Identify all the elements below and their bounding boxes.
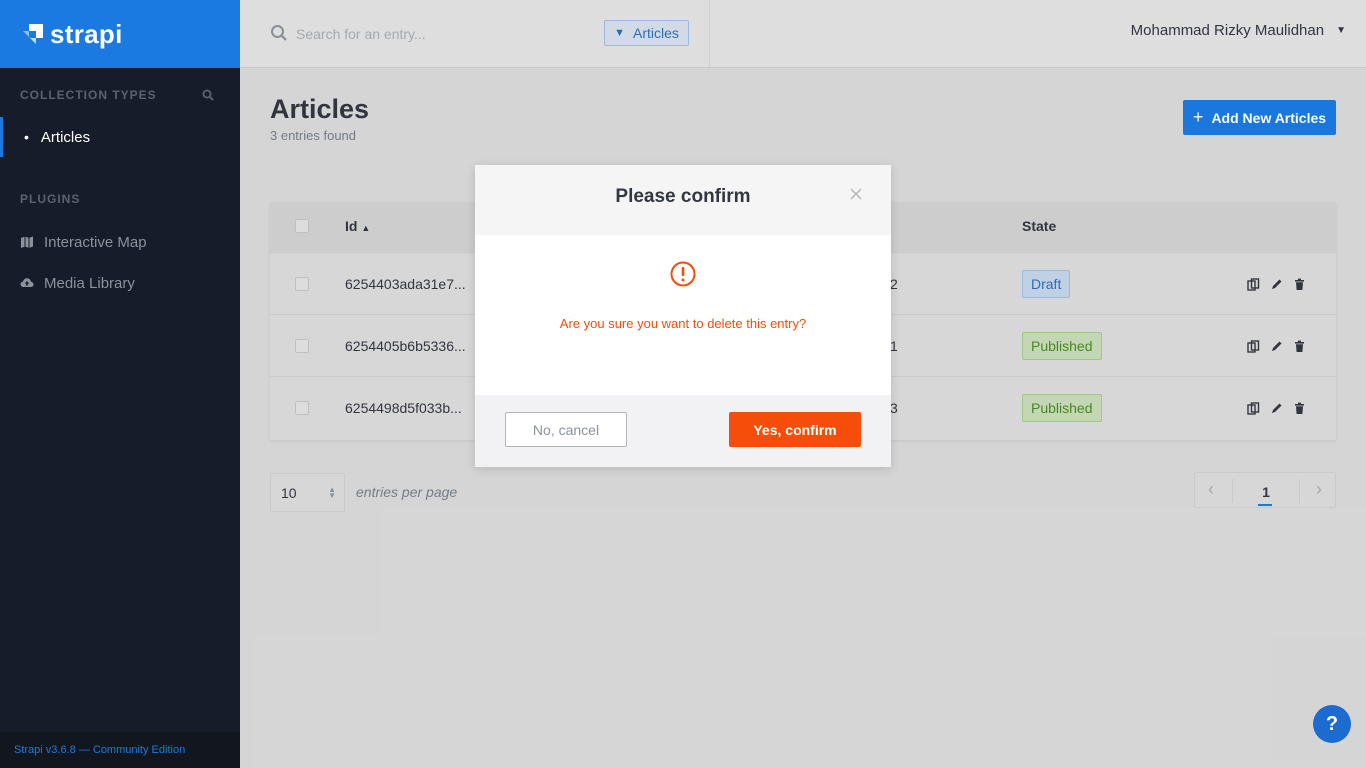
brand-logo[interactable]: strapi bbox=[0, 0, 240, 68]
sidebar-item-label: Articles bbox=[40, 128, 91, 146]
modal-header: Please confirm bbox=[475, 165, 891, 235]
collection-types-title: COLLECTION TYPES bbox=[20, 88, 157, 102]
strapi-logo-icon bbox=[23, 24, 43, 44]
modal-footer: No, cancel Yes, confirm bbox=[475, 395, 891, 467]
confirm-button[interactable]: Yes, confirm bbox=[729, 412, 861, 447]
close-icon[interactable] bbox=[849, 187, 863, 201]
sidebar-item-label: Media Library bbox=[44, 274, 135, 292]
bullet-icon: • bbox=[24, 129, 29, 145]
cloud-upload-icon bbox=[20, 278, 34, 287]
sidebar-item-media-library[interactable]: Media Library bbox=[0, 263, 240, 303]
modal-title: Please confirm bbox=[615, 186, 751, 207]
plugins-header: PLUGINS bbox=[0, 192, 240, 206]
cancel-button[interactable]: No, cancel bbox=[505, 412, 627, 447]
warning-icon bbox=[670, 261, 696, 287]
sidebar: strapi COLLECTION TYPES • Articles PLUGI… bbox=[0, 0, 240, 768]
sidebar-item-label: Interactive Map bbox=[44, 233, 147, 251]
version-text[interactable]: Strapi v3.6.8 — Community Edition bbox=[14, 744, 185, 756]
modal-message: Are you sure you want to delete this ent… bbox=[559, 316, 807, 331]
confirm-delete-modal: Please confirm Are you sure you want to … bbox=[475, 165, 891, 467]
collection-types-header: COLLECTION TYPES bbox=[0, 88, 240, 102]
sidebar-item-interactive-map[interactable]: Interactive Map bbox=[0, 222, 240, 262]
version-footer[interactable]: Strapi v3.6.8 — Community Edition bbox=[0, 732, 240, 768]
sidebar-item-articles[interactable]: • Articles bbox=[0, 117, 240, 157]
map-icon bbox=[21, 236, 33, 248]
help-button[interactable]: ? bbox=[1313, 705, 1351, 743]
brand-name: strapi bbox=[50, 18, 123, 49]
search-icon[interactable] bbox=[202, 89, 214, 101]
plugins-title: PLUGINS bbox=[20, 192, 81, 206]
